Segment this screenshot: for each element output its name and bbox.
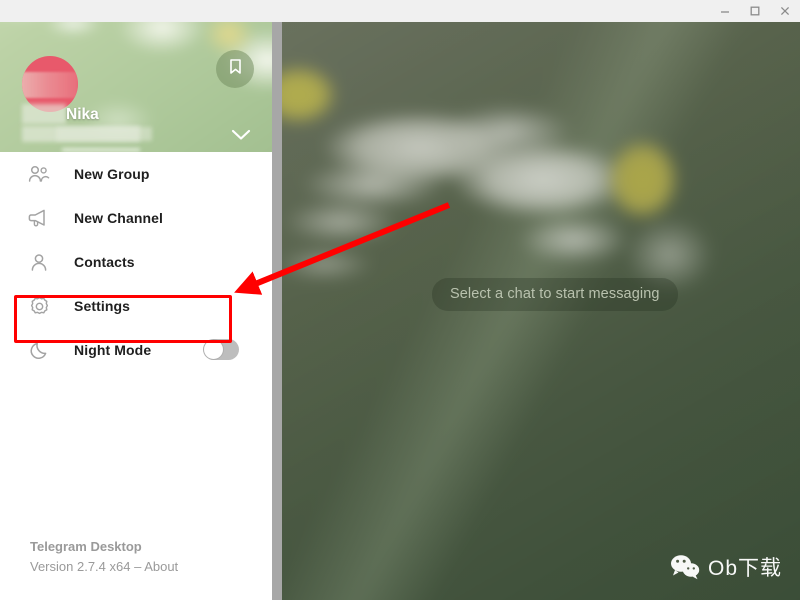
- minimize-icon: [719, 5, 731, 17]
- close-button[interactable]: [770, 0, 800, 22]
- chevron-down-icon: [231, 128, 251, 146]
- chat-pane: Select a chat to start messaging Ob下载: [282, 22, 800, 600]
- account-name-row: Nika: [22, 104, 252, 152]
- menu-item-label: Contacts: [74, 254, 135, 270]
- account-name: Nika: [66, 106, 99, 123]
- watermark-text: Ob下载: [707, 557, 782, 580]
- menu-item-label: Settings: [74, 298, 131, 314]
- menu-item-new-channel[interactable]: New Channel: [0, 196, 272, 240]
- menu-item-label: Night Mode: [74, 342, 152, 358]
- avatar-censor-blur: [22, 72, 78, 98]
- close-icon: [779, 5, 791, 17]
- bookmark-icon: [228, 58, 243, 81]
- menu-item-contacts[interactable]: Contacts: [0, 240, 272, 284]
- app-version[interactable]: Version 2.7.4 x64 – About: [30, 559, 178, 574]
- title-bar: [0, 0, 800, 22]
- maximize-icon: [749, 5, 761, 17]
- moon-icon: [26, 337, 52, 363]
- menu-item-label: New Channel: [74, 210, 164, 226]
- menu-item-night-mode[interactable]: Night Mode: [0, 328, 272, 372]
- main-menu-sidebar: Nika New Group New Channel Contacts Sett…: [0, 22, 272, 600]
- saved-messages-button[interactable]: [216, 50, 254, 88]
- minimize-button[interactable]: [710, 0, 740, 22]
- megaphone-icon: [26, 205, 52, 231]
- empty-chat-message: Select a chat to start messaging: [432, 278, 678, 311]
- menu-item-new-group[interactable]: New Group: [0, 152, 272, 196]
- toggle-knob: [204, 340, 223, 359]
- chat-background-overlay: [282, 22, 800, 600]
- telegram-desktop-window: Select a chat to start messaging Ob下载 Ni…: [0, 0, 800, 600]
- gear-icon: [26, 293, 52, 319]
- menu-item-label: New Group: [74, 166, 150, 182]
- maximize-button[interactable]: [740, 0, 770, 22]
- phone-censor-blur: [56, 127, 152, 141]
- app-name: Telegram Desktop: [30, 539, 142, 554]
- group-icon: [26, 161, 52, 187]
- person-icon: [26, 249, 52, 275]
- night-mode-toggle[interactable]: [203, 339, 239, 360]
- account-header: Nika: [0, 22, 272, 152]
- sidebar-footer: Telegram Desktop Version 2.7.4 x64 – Abo…: [30, 539, 178, 574]
- watermark: Ob下载: [670, 552, 782, 582]
- menu-item-settings[interactable]: Settings: [0, 284, 272, 328]
- wechat-icon: [670, 554, 700, 580]
- pane-divider-scrollbar[interactable]: [272, 22, 282, 600]
- menu-list: New Group New Channel Contacts Settings …: [0, 152, 272, 372]
- name-censor-blur-1: [22, 104, 66, 124]
- account-switcher-button[interactable]: [230, 128, 252, 146]
